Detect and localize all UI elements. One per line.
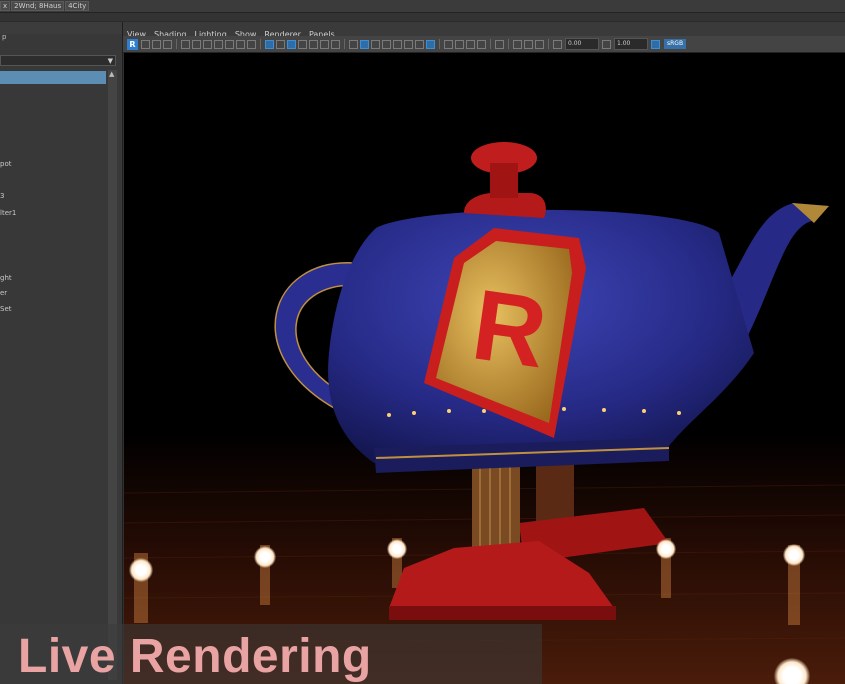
chevron-down-icon[interactable]: ▼	[108, 57, 113, 65]
top-status-strip: x 2Wnd; 8Haus 4City	[0, 0, 845, 13]
outliner-selected-row[interactable]	[0, 71, 106, 84]
film-gate-icon[interactable]	[203, 39, 212, 49]
camera-icon[interactable]	[181, 39, 190, 49]
outliner-item[interactable]: pot	[0, 160, 11, 168]
image-plane-icon[interactable]	[225, 39, 234, 49]
grease-pencil-icon[interactable]	[247, 39, 256, 49]
bookmark-icon[interactable]	[192, 39, 201, 49]
status-field-1[interactable]: x	[0, 1, 11, 11]
light-bulb	[387, 539, 407, 559]
viewport-toolbar: R 0.00 1.00 sRGB	[123, 36, 845, 53]
ui-elements-icon[interactable]	[535, 39, 544, 49]
gate-mask-icon[interactable]	[287, 39, 296, 49]
gamma-icon[interactable]	[602, 39, 611, 49]
outliner-header: p	[0, 22, 122, 41]
safe-title-icon[interactable]	[320, 39, 329, 49]
outliner-panel: p ▼ pot 3 lter1 ght er Set ▲	[0, 22, 123, 684]
viewport-menubar: View Shading Lighting Show Renderer Panels	[123, 22, 845, 39]
overscan-icon[interactable]	[331, 39, 340, 49]
textured-icon[interactable]	[382, 39, 391, 49]
two-sided-lighting-icon[interactable]	[513, 39, 522, 49]
ambient-occlusion-icon[interactable]	[415, 39, 424, 49]
safe-action-icon[interactable]	[309, 39, 318, 49]
lock-icon[interactable]	[214, 39, 223, 49]
outliner-item[interactable]: Set	[0, 305, 12, 313]
color-space-button[interactable]: sRGB	[664, 39, 687, 49]
light-bulb	[129, 558, 153, 582]
outliner-scrollbar[interactable]: ▲	[108, 70, 117, 680]
render-view-button[interactable]: R	[127, 38, 138, 50]
motion-blur-icon[interactable]	[426, 39, 435, 49]
svg-text:R: R	[466, 269, 553, 390]
render-viewport[interactable]: R	[124, 53, 845, 684]
toolbar-separator	[344, 39, 345, 49]
backface-culling-icon[interactable]	[524, 39, 533, 49]
light-bulb	[656, 539, 676, 559]
snapshot-icon[interactable]	[163, 39, 172, 49]
outliner-item[interactable]: lter1	[0, 209, 16, 217]
toolbar-separator	[548, 39, 549, 49]
toolbar-separator	[508, 39, 509, 49]
light-bulb	[783, 544, 805, 566]
viewport-panel: View Shading Lighting Show Renderer Panels R	[123, 22, 845, 684]
refresh-icon[interactable]	[152, 39, 161, 49]
resolution-gate-icon[interactable]	[276, 39, 285, 49]
exposure-field[interactable]: 0.00	[565, 38, 599, 50]
wireframe-on-shaded-icon[interactable]	[371, 39, 380, 49]
smooth-shade-icon[interactable]	[360, 39, 369, 49]
lighting-icon[interactable]	[393, 39, 402, 49]
toolbar-separator	[176, 39, 177, 49]
toolbar-separator	[490, 39, 491, 49]
exposure-icon[interactable]	[553, 39, 562, 49]
outliner-item[interactable]: ght	[0, 274, 12, 282]
status-field-2[interactable]: 2Wnd; 8Haus	[11, 1, 65, 11]
multisample-icon[interactable]	[444, 39, 453, 49]
status-field-3[interactable]: 4City	[65, 1, 90, 11]
isolate-select-icon[interactable]	[495, 39, 504, 49]
shadows-icon[interactable]	[404, 39, 413, 49]
rendered-scene: R	[124, 53, 845, 684]
color-management-icon[interactable]	[651, 39, 660, 49]
outliner-item[interactable]: er	[0, 289, 7, 297]
select-camera-icon[interactable]	[141, 39, 150, 49]
pan-zoom-icon[interactable]	[236, 39, 245, 49]
outliner-item[interactable]: 3	[0, 192, 4, 200]
top-band	[0, 13, 845, 21]
light-bulb	[254, 546, 276, 568]
field-chart-icon[interactable]	[298, 39, 307, 49]
xray-icon[interactable]	[466, 39, 475, 49]
outliner-filter-dropdown[interactable]: ▼	[0, 55, 116, 66]
depth-of-field-icon[interactable]	[455, 39, 464, 49]
toolbar-separator	[260, 39, 261, 49]
caption-title: Live Rendering	[18, 630, 372, 683]
wireframe-icon[interactable]	[349, 39, 358, 49]
grid-icon[interactable]	[265, 39, 274, 49]
xray-joints-icon[interactable]	[477, 39, 486, 49]
scroll-up-icon[interactable]: ▲	[109, 70, 114, 78]
toolbar-separator	[439, 39, 440, 49]
gamma-field[interactable]: 1.00	[614, 38, 648, 50]
